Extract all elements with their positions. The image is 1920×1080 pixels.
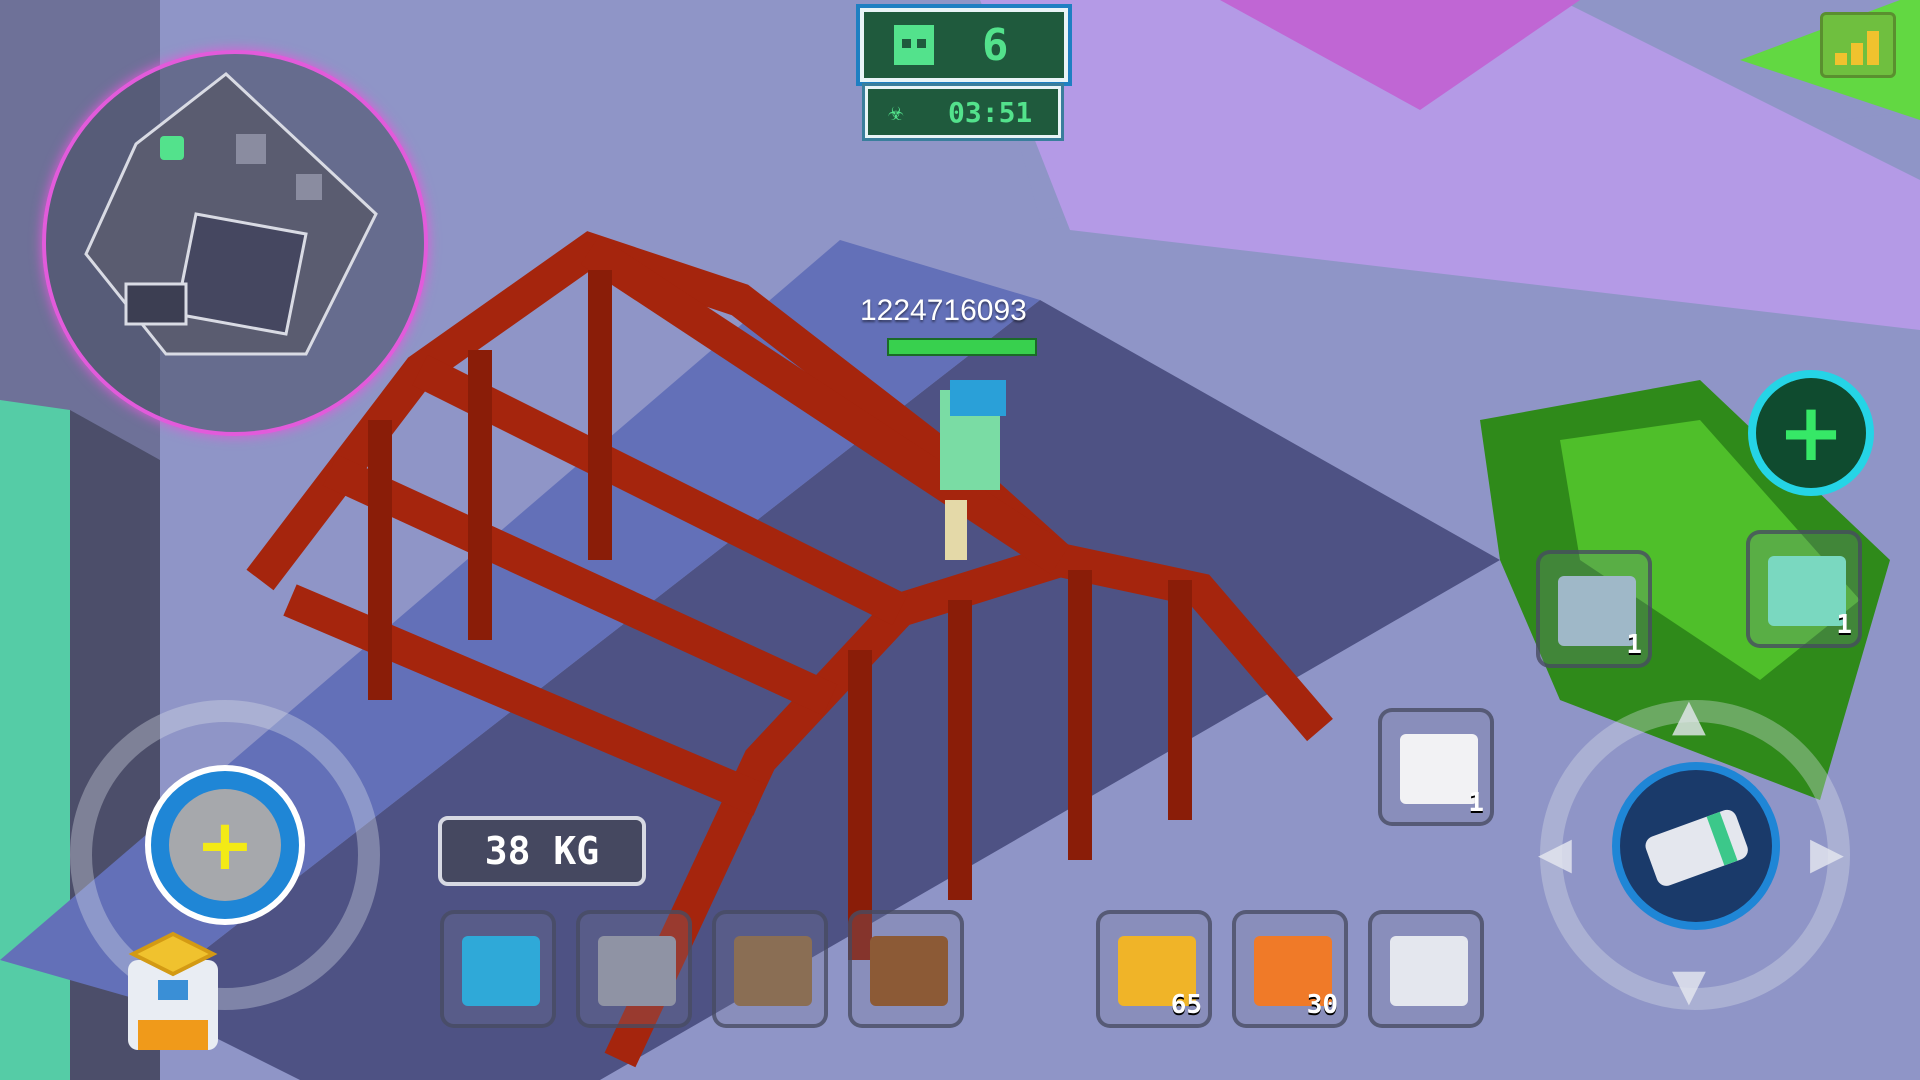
helmet-icon [598, 936, 676, 1006]
battery-icon [1645, 809, 1748, 886]
player-marker-icon [160, 136, 184, 160]
skull-icon [894, 25, 934, 65]
weapon-slot-2[interactable]: 30 [1232, 910, 1348, 1028]
armor-vest-icon [462, 936, 540, 1006]
joystick-inner: + [169, 789, 281, 901]
signal-bar [1867, 31, 1879, 65]
medkit-icon [1400, 734, 1478, 804]
minimap[interactable] [42, 50, 428, 436]
arrow-right-icon: ▶ [1810, 828, 1844, 879]
medkit-count: 1 [1468, 788, 1484, 818]
tablet-count: 1 [1626, 630, 1642, 660]
move-joystick-knob[interactable]: + [145, 765, 305, 925]
signal-bar [1835, 53, 1847, 65]
armor-kit-count: 1 [1836, 610, 1852, 640]
weight-label: 38 KG [438, 816, 646, 886]
timer-value: 03:51 [948, 96, 1033, 129]
signal-bar [1851, 43, 1863, 65]
fire-button[interactable] [1612, 762, 1780, 930]
alive-counter: 6 [790, 0, 1130, 84]
player-health-bar [887, 338, 1037, 356]
ammo-count: 65 [1170, 990, 1202, 1020]
player-name: 1224716093 [860, 294, 1027, 327]
signal-strength-icon [1820, 12, 1896, 78]
boots-slot[interactable] [848, 910, 964, 1028]
minimap-terrain [84, 72, 378, 356]
arrow-up-icon: ▲ [1672, 690, 1706, 741]
armor-kit-icon [1768, 556, 1846, 626]
plus-icon: + [1777, 386, 1845, 479]
tablet-item-button[interactable]: 1 [1536, 550, 1652, 668]
tablet-icon [1558, 576, 1636, 646]
player-health-fill [889, 340, 1035, 354]
weapon-slot-1[interactable]: 65 [1096, 910, 1212, 1028]
helmet-slot[interactable] [576, 910, 692, 1028]
boots-icon [870, 936, 948, 1006]
medkit-button[interactable]: 1 [1378, 708, 1494, 826]
arrow-down-icon: ▼ [1672, 960, 1706, 1011]
backpack-button[interactable] [118, 930, 228, 1060]
weapon-slot-3[interactable] [1368, 910, 1484, 1028]
armor-kit-button[interactable]: 1 [1746, 530, 1862, 648]
arrow-left-icon: ◀ [1538, 828, 1572, 879]
plus-icon: + [195, 804, 255, 886]
biohazard-icon: ☣ [888, 97, 904, 127]
armor-slot[interactable] [440, 910, 556, 1028]
ammo-count: 30 [1306, 990, 1338, 1020]
alive-count: 6 [982, 20, 1009, 71]
zone-timer: ☣ 03:51 [865, 86, 1061, 138]
head-gear-slot[interactable] [712, 910, 828, 1028]
counter-panel: 6 [860, 8, 1068, 82]
headgear-icon [734, 936, 812, 1006]
heal-button[interactable]: + [1748, 370, 1874, 496]
battery-icon [1390, 936, 1468, 1006]
